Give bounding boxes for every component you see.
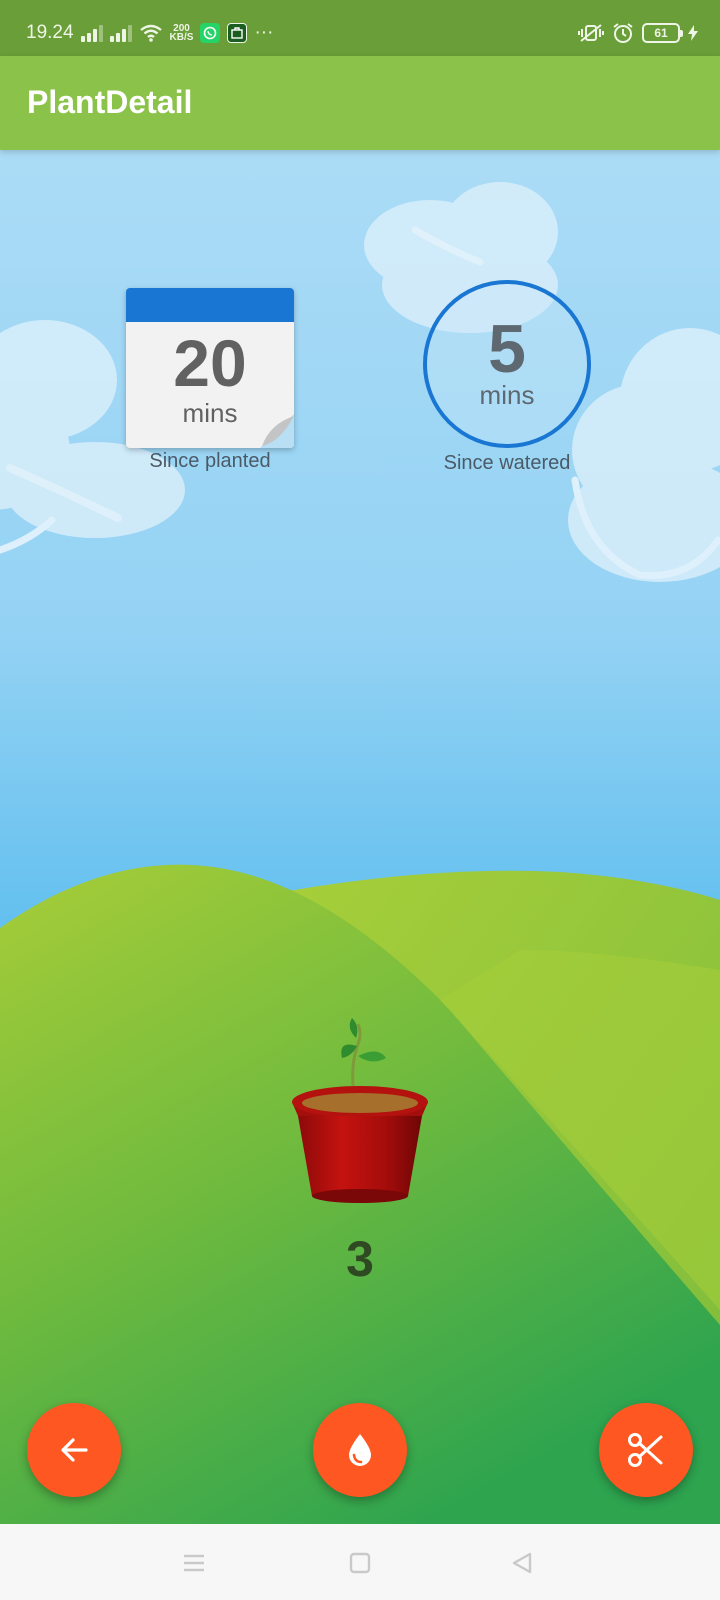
since-planted-value: 20 <box>173 326 247 400</box>
calendar-header <box>126 288 294 322</box>
net-speed-unit: KB/S <box>169 32 194 43</box>
since-watered-unit: mins <box>479 380 535 410</box>
home-square-icon[interactable] <box>343 1546 377 1580</box>
charging-icon <box>688 25 698 41</box>
app-bar: PlantDetail <box>0 56 720 150</box>
water-button[interactable] <box>313 1403 407 1497</box>
alarm-icon <box>613 23 633 43</box>
plant-count: 3 <box>346 1231 374 1287</box>
status-time: 19.24 <box>26 22 74 43</box>
status-right: 61 <box>578 22 698 44</box>
wifi-icon <box>139 24 162 42</box>
arrow-back-icon <box>61 1438 88 1462</box>
since-watered-ring: 5 mins <box>423 280 591 448</box>
since-planted-card: 20 mins <box>126 288 294 448</box>
potted-plant-icon <box>292 1018 428 1203</box>
menu-icon[interactable] <box>177 1546 211 1580</box>
scissors-icon <box>628 1433 663 1467</box>
battery-level: 61 <box>654 26 668 40</box>
status-left: 19.24 200 KB/S ··· <box>26 22 273 44</box>
status-bar: 19.24 200 KB/S ··· 61 <box>0 0 720 56</box>
since-planted-caption: Since planted <box>149 450 271 472</box>
harvest-button[interactable] <box>599 1403 693 1497</box>
system-nav-bar <box>0 1524 720 1600</box>
page-curl-icon <box>260 414 294 448</box>
back-button[interactable] <box>27 1403 121 1497</box>
page-title: PlantDetail <box>27 84 193 120</box>
more-notifications: ··· <box>254 22 274 43</box>
signal-icon <box>80 24 103 42</box>
since-watered-value: 5 <box>488 311 526 387</box>
plant-scene: 20 mins Since planted 5 mins Since water… <box>0 150 720 1524</box>
since-watered-caption: Since watered <box>443 452 571 474</box>
net-speed: 200 KB/S <box>169 24 194 43</box>
vibrate-icon <box>578 24 604 42</box>
scene-background <box>0 182 720 1524</box>
app-notification-icon <box>227 23 248 43</box>
water-drop-icon <box>349 1434 371 1466</box>
back-triangle-icon[interactable] <box>505 1546 539 1580</box>
whatsapp-icon <box>200 23 221 43</box>
battery-icon: 61 <box>642 23 683 43</box>
signal-icon <box>109 24 132 42</box>
